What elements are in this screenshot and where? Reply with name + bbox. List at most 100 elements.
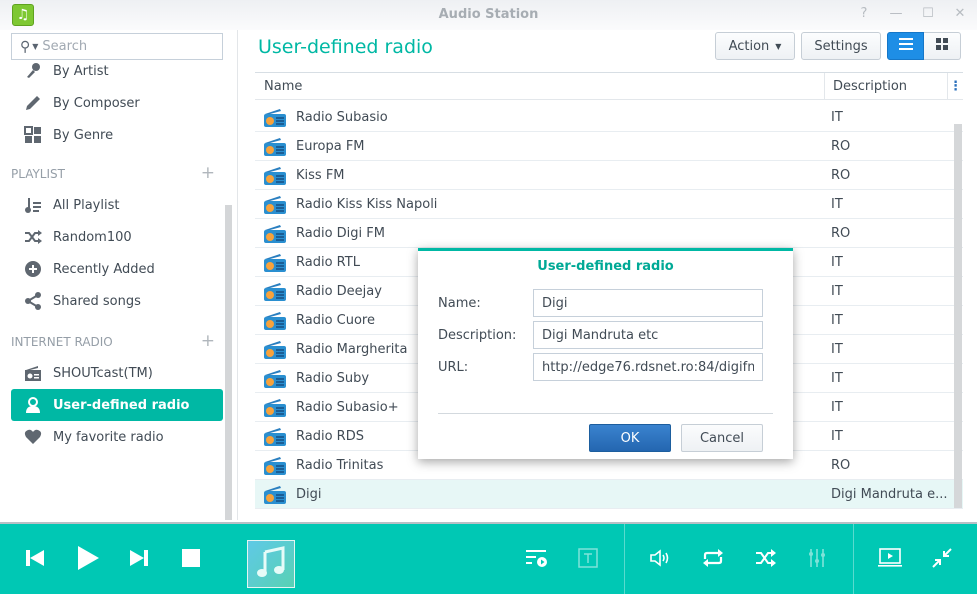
table-row[interactable]: Radio Kiss Kiss Napoli IT	[255, 190, 963, 219]
album-cover[interactable]	[247, 540, 295, 588]
table-row[interactable]: Radio Digi FM RO	[255, 219, 963, 248]
sidebar-item-by-composer[interactable]: By Composer	[11, 87, 223, 119]
list-scrollbar[interactable]	[954, 124, 962, 508]
now-playing-queue-button[interactable]	[523, 546, 551, 574]
share-icon	[23, 291, 43, 311]
video-mode-button[interactable]	[876, 546, 904, 574]
radio-station-icon	[263, 167, 287, 185]
shuffle-button[interactable]	[752, 546, 780, 574]
grid-view-button[interactable]	[924, 32, 961, 60]
repeat-icon	[702, 549, 724, 571]
add-radio-icon[interactable]: +	[201, 333, 215, 350]
playlist-section-header: PLAYLIST +	[11, 165, 215, 182]
stop-icon	[182, 549, 200, 571]
plus-circle-icon	[23, 259, 43, 279]
microphone-icon	[23, 61, 43, 81]
station-name: Radio RDS	[296, 428, 364, 444]
minimize-icon[interactable]: —	[887, 6, 905, 21]
pen-icon	[23, 93, 43, 113]
station-name: Radio Suby	[296, 370, 370, 386]
sidebar-item-by-genre[interactable]: By Genre	[11, 119, 223, 151]
table-row[interactable]: Europa FM RO	[255, 132, 963, 161]
url-field[interactable]	[533, 353, 763, 381]
station-description: IT	[831, 399, 843, 415]
volume-button[interactable]	[647, 546, 675, 574]
action-button[interactable]: Action ▼	[715, 32, 795, 60]
station-name: Radio Digi FM	[296, 225, 385, 241]
previous-button[interactable]	[21, 546, 49, 574]
description-label: Description:	[438, 328, 517, 343]
next-button[interactable]	[125, 546, 153, 574]
player-divider	[624, 524, 625, 596]
repeat-button[interactable]	[699, 546, 727, 574]
radio-station-icon	[263, 225, 287, 243]
station-description: RO	[831, 138, 851, 154]
sidebar-item-shoutcast[interactable]: SHOUTcast(TM)	[11, 357, 223, 389]
column-menu-icon[interactable]: ⋮	[947, 73, 963, 100]
add-playlist-icon[interactable]: +	[201, 165, 215, 182]
sidebar-item-all-playlist[interactable]: All Playlist	[11, 189, 223, 221]
section-title: PLAYLIST	[11, 167, 65, 181]
station-description: RO	[831, 167, 851, 183]
table-row[interactable]: Kiss FM RO	[255, 161, 963, 190]
sidebar-item-shared-songs[interactable]: Shared songs	[11, 285, 223, 317]
play-button[interactable]	[74, 546, 102, 574]
station-description: IT	[831, 341, 843, 357]
cancel-button[interactable]: Cancel	[681, 424, 763, 452]
next-icon	[129, 548, 149, 572]
sidebar-item-user-defined-radio[interactable]: User-defined radio	[11, 389, 223, 421]
column-header-description[interactable]: Description	[824, 73, 947, 100]
radio-station-icon	[263, 312, 287, 330]
maximize-icon[interactable]: ☐	[919, 6, 937, 21]
url-label: URL:	[438, 360, 469, 375]
chevron-down-icon[interactable]: ▼	[32, 42, 38, 51]
list-view-button[interactable]	[887, 32, 924, 60]
stop-button[interactable]	[177, 546, 205, 574]
grid-icon	[936, 38, 948, 54]
station-name: Kiss FM	[296, 167, 345, 183]
ok-button[interactable]: OK	[589, 424, 671, 452]
lyrics-button[interactable]	[574, 546, 602, 574]
player-bar	[0, 522, 977, 596]
sidebar-item-recently-added[interactable]: Recently Added	[11, 253, 223, 285]
close-icon[interactable]: ✕	[951, 6, 969, 21]
play-icon	[76, 545, 100, 575]
station-description: IT	[831, 312, 843, 328]
window-title: Audio Station	[438, 7, 539, 22]
sidebar-item-label: By Genre	[53, 127, 114, 143]
sidebar-item-my-favorite-radio[interactable]: My favorite radio	[11, 421, 223, 453]
column-header-name[interactable]: Name	[264, 79, 302, 94]
radio-station-icon	[263, 428, 287, 446]
action-label: Action	[728, 38, 770, 54]
radio-station-icon	[263, 370, 287, 388]
lyrics-icon	[578, 548, 598, 572]
dialog-divider	[438, 413, 773, 414]
sidebar: ⚲ ▼ By Artist By Composer By Genre PLAYL…	[0, 30, 237, 520]
station-description: IT	[831, 370, 843, 386]
sidebar-item-label: By Artist	[53, 63, 109, 79]
station-description: Digi Mandruta e...	[831, 486, 948, 502]
settings-button[interactable]: Settings	[801, 32, 881, 60]
radio-station-icon	[263, 109, 287, 127]
volume-icon	[650, 549, 672, 571]
station-name: Radio Kiss Kiss Napoli	[296, 196, 438, 212]
sidebar-item-by-artist[interactable]: By Artist	[11, 55, 223, 87]
search-input[interactable]	[42, 39, 193, 54]
table-row[interactable]: Radio Subasio IT	[255, 103, 963, 132]
description-field[interactable]	[533, 321, 763, 349]
station-description: IT	[831, 196, 843, 212]
grid-icon	[23, 125, 43, 145]
help-icon[interactable]: ?	[855, 6, 873, 21]
sidebar-item-random100[interactable]: Random100	[11, 221, 223, 253]
search-icon[interactable]: ⚲	[20, 39, 30, 55]
equalizer-button[interactable]	[803, 546, 831, 574]
chevron-down-icon: ▼	[775, 41, 782, 51]
sidebar-item-label: Recently Added	[53, 261, 155, 277]
shuffle-icon	[755, 549, 777, 571]
sidebar-scrollbar[interactable]	[225, 205, 232, 520]
name-field[interactable]	[533, 289, 763, 317]
shuffle-icon	[23, 227, 43, 247]
table-row[interactable]: Digi Digi Mandruta e...	[255, 480, 963, 509]
mini-player-button[interactable]	[928, 546, 956, 574]
heart-icon	[23, 427, 43, 447]
